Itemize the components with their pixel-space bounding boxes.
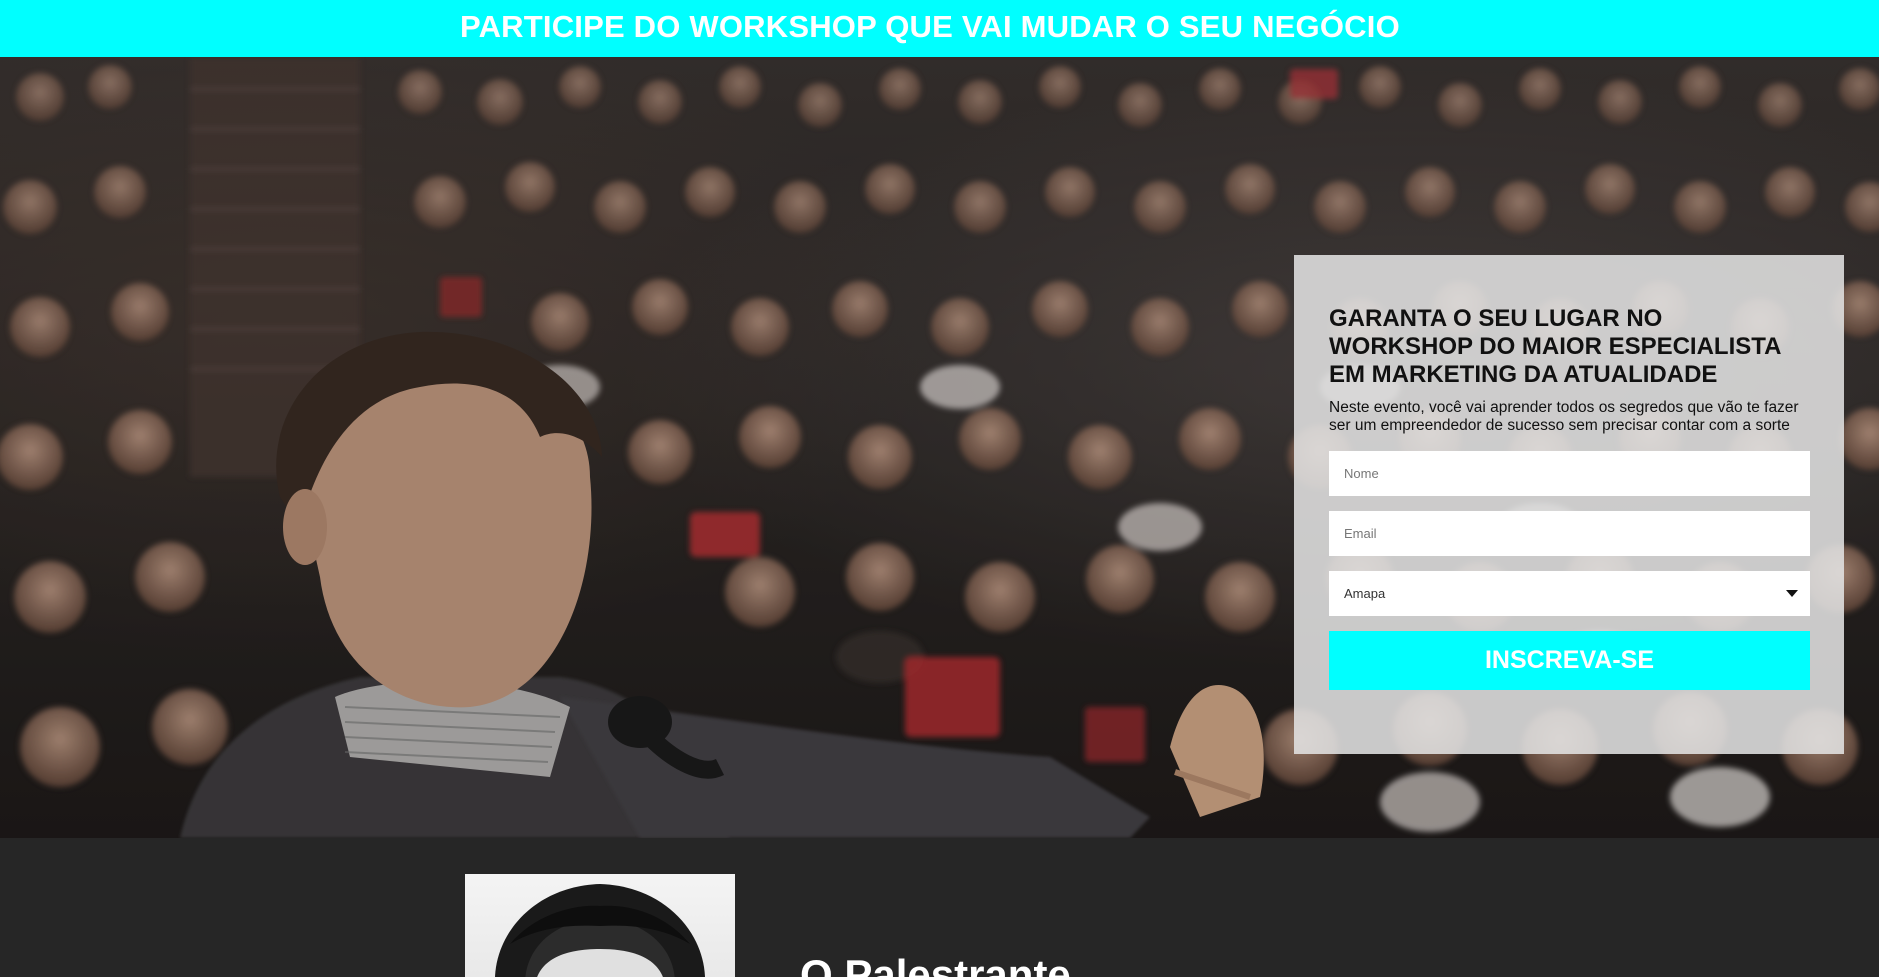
hero-section: GARANTA O SEU LUGAR NO WORKSHOP DO MAIOR… — [0, 57, 1879, 838]
registration-form-card: GARANTA O SEU LUGAR NO WORKSHOP DO MAIOR… — [1294, 255, 1844, 754]
email-input[interactable]: Email — [1329, 511, 1810, 556]
chevron-down-icon — [1786, 590, 1798, 597]
form-title: GARANTA O SEU LUGAR NO WORKSHOP DO MAIOR… — [1329, 305, 1781, 388]
speaker-photo — [465, 874, 735, 977]
email-input-placeholder: Email — [1344, 526, 1377, 541]
name-input[interactable]: Nome — [1329, 451, 1810, 496]
form-description: Neste evento, você vai aprender todos os… — [1329, 399, 1799, 434]
subscribe-button[interactable]: INSCREVA-SE — [1329, 631, 1810, 690]
speaker-portrait-image — [495, 884, 705, 977]
banner-headline: PARTICIPE DO WORKSHOP QUE VAI MUDAR O SE… — [460, 9, 1400, 44]
subscribe-button-label: INSCREVA-SE — [1484, 646, 1654, 674]
speaker-section: O Palestrante — [0, 838, 1879, 977]
top-banner: PARTICIPE DO WORKSHOP QUE VAI MUDAR O SE… — [0, 0, 1879, 57]
state-select[interactable]: Amapa — [1329, 571, 1810, 616]
speaker-section-heading: O Palestrante — [800, 951, 1071, 977]
state-select-value: Amapa — [1344, 586, 1386, 601]
name-input-placeholder: Nome — [1344, 466, 1379, 481]
